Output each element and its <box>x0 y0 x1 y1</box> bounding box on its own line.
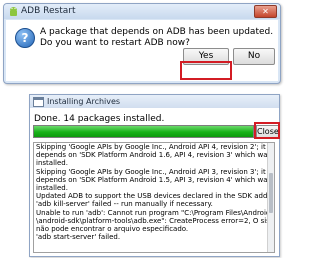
log-line: Unable to run 'adb': Cannot run program … <box>36 208 271 217</box>
progress-bar <box>33 125 254 138</box>
log-line: 'adb start-server' failed. <box>36 233 121 242</box>
log-line: Skipping 'Google APIs by Google Inc., An… <box>36 143 266 151</box>
log-line: não pode encontrar o arquivo especificad… <box>36 225 189 234</box>
question-icon: ? <box>15 28 35 48</box>
log-line: depends on 'SDK Platform Android 1.6, AP… <box>36 151 275 160</box>
log-line: Skipping 'Google APIs by Google Inc., An… <box>36 167 266 176</box>
highlight-box <box>180 61 232 80</box>
window-icon <box>33 97 44 107</box>
dialog-message: A package that depends on ADB has been u… <box>40 27 273 49</box>
adb-restart-dialog: ADB Restart ✕ ? A package that depends o… <box>3 3 281 84</box>
dialog-title: ADB Restart <box>21 6 76 16</box>
title-bar[interactable]: Installing Archives <box>30 95 279 108</box>
status-text: Done. 14 packages installed. <box>34 114 165 124</box>
close-icon[interactable]: ✕ <box>254 5 277 18</box>
log-line: \android-sdk\platform-tools\adb.exe": Cr… <box>36 216 275 225</box>
log-line: installed. <box>36 159 68 168</box>
log-lines: Skipping 'Google APIs by Google Inc., An… <box>34 143 274 241</box>
installing-archives-dialog: Installing Archives Done. 14 packages in… <box>29 94 280 257</box>
log-line: Updated ADB to support the USB devices d… <box>36 192 275 201</box>
title-bar[interactable]: ADB Restart ✕ <box>4 4 280 19</box>
message-line: A package that depends on ADB has been u… <box>40 27 274 37</box>
log-line: depends on 'SDK Platform Android 1.5, AP… <box>36 175 275 184</box>
log-line: 'adb kill-server' failed -- run manually… <box>36 200 213 209</box>
log-line: installed. <box>36 184 68 193</box>
scrollbar[interactable] <box>267 143 274 252</box>
no-button[interactable]: No <box>233 48 275 65</box>
highlight-box <box>254 122 280 139</box>
scrollbar-thumb[interactable] <box>269 173 273 213</box>
progress-fill <box>34 126 253 137</box>
log-textarea[interactable]: Skipping 'Google APIs by Google Inc., An… <box>33 142 275 253</box>
dialog-title: Installing Archives <box>47 97 121 106</box>
android-app-icon <box>10 7 17 16</box>
